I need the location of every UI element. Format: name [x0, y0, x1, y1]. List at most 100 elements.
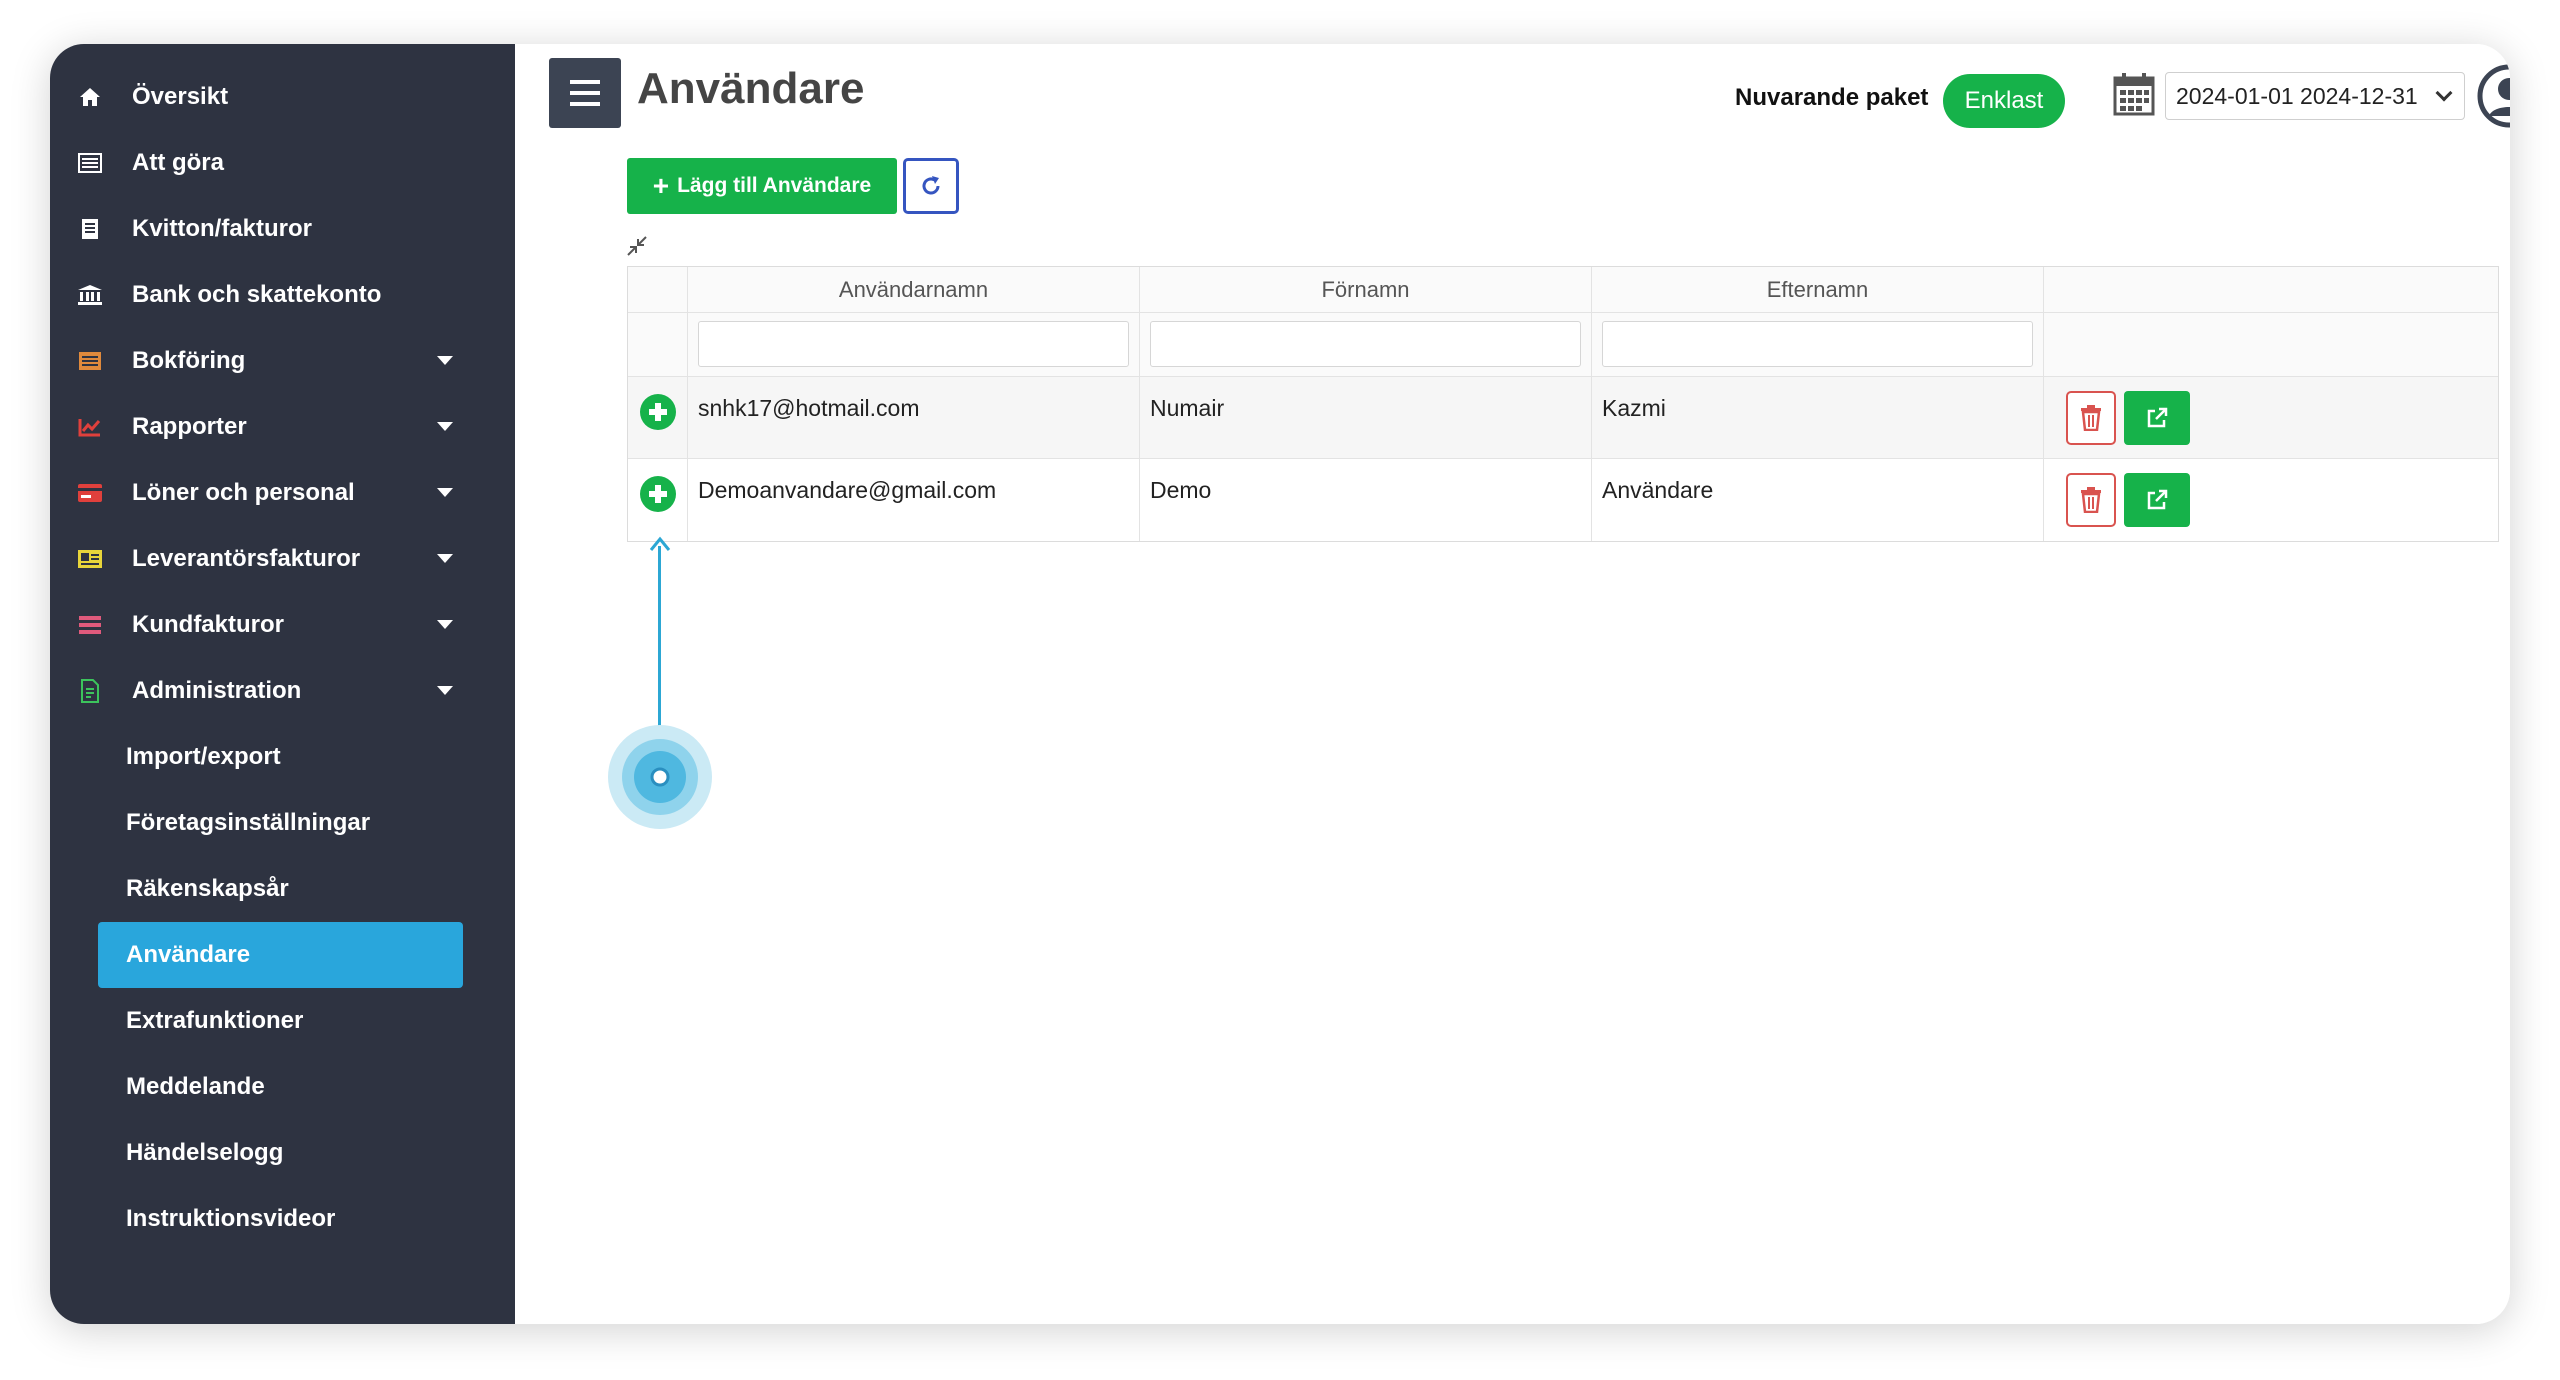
table-header-cell: [2044, 267, 2498, 312]
external-link-icon: [2147, 489, 2168, 510]
open-button[interactable]: [2124, 391, 2190, 445]
sidebar-item-rapporter[interactable]: Rapporter: [50, 394, 515, 460]
sidebar-item-label: Bokföring: [132, 347, 246, 374]
sidebar-item-kvitton[interactable]: Kvitton/fakturor: [50, 196, 515, 262]
filter-cell: [1140, 313, 1592, 376]
admin-icon: [72, 676, 108, 706]
filter-cell: [688, 313, 1140, 376]
table-row: snhk17@hotmail.com Numair Kazmi: [628, 377, 2498, 459]
hamburger-icon: [570, 80, 600, 84]
chevron-down-icon: [437, 422, 453, 431]
add-user-button[interactable]: + Lägg till Användare: [627, 158, 897, 214]
expand-cell: [628, 377, 688, 458]
open-button[interactable]: [2124, 473, 2190, 527]
calendar-icon[interactable]: [2113, 72, 2155, 116]
external-link-icon: [2147, 407, 2168, 428]
cell-last-name: Kazmi: [1592, 377, 2044, 458]
sidebar-nav: Översikt Att göra Kvitton/fakturor Bank …: [50, 64, 515, 1252]
date-range-select[interactable]: 2024-01-01 2024-12-31: [2165, 72, 2465, 120]
package-badge[interactable]: Enklast: [1943, 74, 2065, 128]
sidebar-item-label: Översikt: [132, 83, 229, 110]
click-indicator-icon: [607, 724, 713, 830]
chevron-down-icon: [437, 554, 453, 563]
sidebar-item-label: Bank och skattekonto: [132, 281, 382, 308]
menu-toggle-button[interactable]: [549, 58, 621, 128]
sidebar-subitem-anvandare[interactable]: Användare: [98, 922, 463, 988]
package-label: Nuvarande paket: [1735, 84, 1929, 111]
sidebar-item-bokforing[interactable]: Bokföring: [50, 328, 515, 394]
customer-invoice-icon: [72, 610, 108, 640]
arrow-up-icon: [649, 536, 671, 552]
sidebar-item-kundfakturor[interactable]: Kundfakturor: [50, 592, 515, 658]
hamburger-icon: [570, 102, 600, 106]
sidebar-item-loner[interactable]: Löner och personal: [50, 460, 515, 526]
card-icon: [72, 478, 108, 508]
list-icon: [72, 148, 108, 178]
receipt-icon: [72, 214, 108, 244]
table-header-row: Användarnamn Förnamn Efternamn: [628, 267, 2498, 313]
sidebar-item-label: Kvitton/fakturor: [132, 215, 312, 242]
cell-first-name: Demo: [1140, 459, 1592, 541]
sidebar-subitem-extrafunktioner[interactable]: Extrafunktioner: [50, 988, 515, 1054]
cell-first-name: Numair: [1140, 377, 1592, 458]
actions-cell: [2044, 377, 2498, 458]
ledger-icon: [72, 346, 108, 376]
refresh-icon: [922, 176, 940, 195]
user-avatar-icon[interactable]: [2477, 64, 2510, 128]
expand-row-icon[interactable]: [639, 475, 677, 513]
page-title: Användare: [637, 64, 865, 113]
sidebar-subitem-rakenskapsar[interactable]: Räkenskapsår: [50, 856, 515, 922]
sidebar-item-leverantorsfakturor[interactable]: Leverantörsfakturor: [50, 526, 515, 592]
sidebar-item-label: Kundfakturor: [132, 611, 284, 638]
filter-last-name-input[interactable]: [1602, 321, 2033, 367]
filter-cell: [628, 313, 688, 376]
cell-username: snhk17@hotmail.com: [688, 377, 1140, 458]
chevron-down-icon: [437, 620, 453, 629]
hamburger-icon: [570, 91, 600, 95]
plus-icon: +: [652, 170, 670, 201]
table-header-cell: [628, 267, 688, 312]
chevron-down-icon: [2435, 84, 2453, 102]
main-content: Användare Nuvarande paket Enklast 2024-0…: [515, 44, 2510, 1324]
sidebar-item-administration[interactable]: Administration: [50, 658, 515, 724]
expand-row-icon[interactable]: [639, 393, 677, 431]
sidebar-subitem-foretagsinstallningar[interactable]: Företagsinställningar: [50, 790, 515, 856]
home-icon: [72, 82, 108, 112]
delete-button[interactable]: [2066, 473, 2116, 527]
filter-username-input[interactable]: [698, 321, 1129, 367]
sidebar-subitem-import-export[interactable]: Import/export: [50, 724, 515, 790]
delete-button[interactable]: [2066, 391, 2116, 445]
add-user-label: Lägg till Användare: [677, 174, 872, 197]
users-table: Användarnamn Förnamn Efternamn snhk17@ho: [627, 266, 2499, 542]
table-row: Demoanvandare@gmail.com Demo Användare: [628, 459, 2498, 541]
chart-icon: [72, 412, 108, 442]
date-range-value: 2024-01-01 2024-12-31: [2176, 82, 2418, 109]
sidebar-subitem-meddelande[interactable]: Meddelande: [50, 1054, 515, 1120]
sidebar-subitem-instruktionsvideor[interactable]: Instruktionsvideor: [50, 1186, 515, 1252]
sidebar-item-label: Att göra: [132, 149, 224, 176]
sidebar-item-label: Löner och personal: [132, 479, 355, 506]
expand-cell: [628, 459, 688, 541]
sidebar-subitem-handelselogg[interactable]: Händelselogg: [50, 1120, 515, 1186]
filter-first-name-input[interactable]: [1150, 321, 1581, 367]
sidebar-item-bank[interactable]: Bank och skattekonto: [50, 262, 515, 328]
column-header-username[interactable]: Användarnamn: [688, 267, 1140, 312]
invoice-icon: [72, 544, 108, 574]
sidebar-item-oversikt[interactable]: Översikt: [50, 64, 515, 130]
chevron-down-icon: [437, 488, 453, 497]
sidebar-item-att-gora[interactable]: Att göra: [50, 130, 515, 196]
column-header-first-name[interactable]: Förnamn: [1140, 267, 1592, 312]
app-window: Översikt Att göra Kvitton/fakturor Bank …: [50, 44, 2510, 1324]
trash-icon: [2081, 487, 2101, 513]
column-header-last-name[interactable]: Efternamn: [1592, 267, 2044, 312]
trash-icon: [2081, 405, 2101, 431]
sidebar-item-label: Leverantörsfakturor: [132, 545, 361, 572]
bank-icon: [72, 280, 108, 310]
refresh-button[interactable]: [903, 158, 959, 214]
collapse-icon[interactable]: [625, 234, 649, 258]
chevron-down-icon: [437, 356, 453, 365]
chevron-down-icon: [437, 686, 453, 695]
filter-cell: [2044, 313, 2498, 376]
cell-username: Demoanvandare@gmail.com: [688, 459, 1140, 541]
table-filter-row: [628, 313, 2498, 377]
